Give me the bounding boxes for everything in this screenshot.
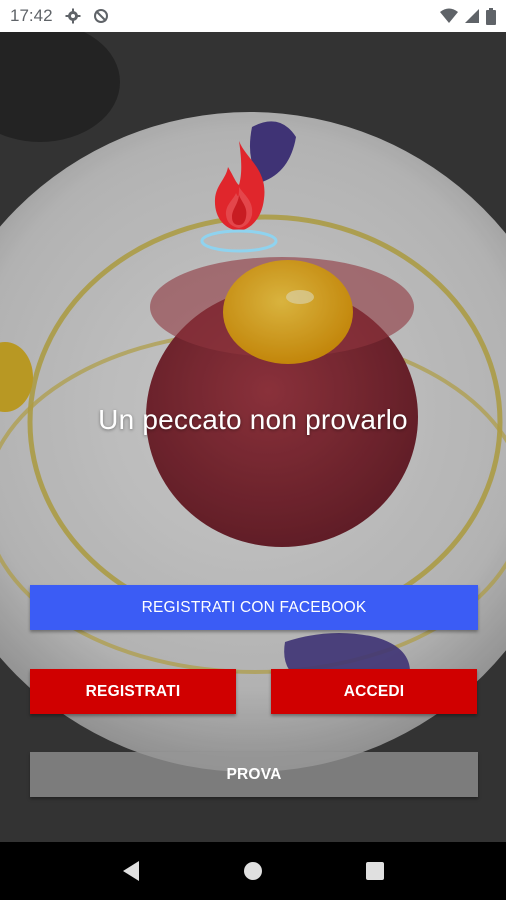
gear-icon xyxy=(65,8,81,24)
navigation-bar xyxy=(0,842,506,900)
try-button[interactable]: PROVA xyxy=(30,752,478,797)
battery-icon xyxy=(486,7,496,25)
register-button[interactable]: REGISTRATI xyxy=(30,669,236,714)
signal-icon xyxy=(464,8,480,24)
home-icon[interactable] xyxy=(233,851,273,891)
back-icon[interactable] xyxy=(111,851,151,891)
tagline: Un peccato non provarlo xyxy=(98,404,408,435)
flame-logo-icon xyxy=(200,141,278,253)
status-bar: 17:42 xyxy=(0,0,506,32)
recents-icon[interactable] xyxy=(355,851,395,891)
login-button[interactable]: ACCEDI xyxy=(271,669,477,714)
sync-disabled-icon xyxy=(93,8,109,24)
register-with-facebook-button[interactable]: REGISTRATI CON FACEBOOK xyxy=(30,585,478,630)
background-photo: Un peccato non provarlo xyxy=(0,32,506,842)
status-time: 17:42 xyxy=(10,6,53,25)
wifi-icon xyxy=(440,8,458,24)
